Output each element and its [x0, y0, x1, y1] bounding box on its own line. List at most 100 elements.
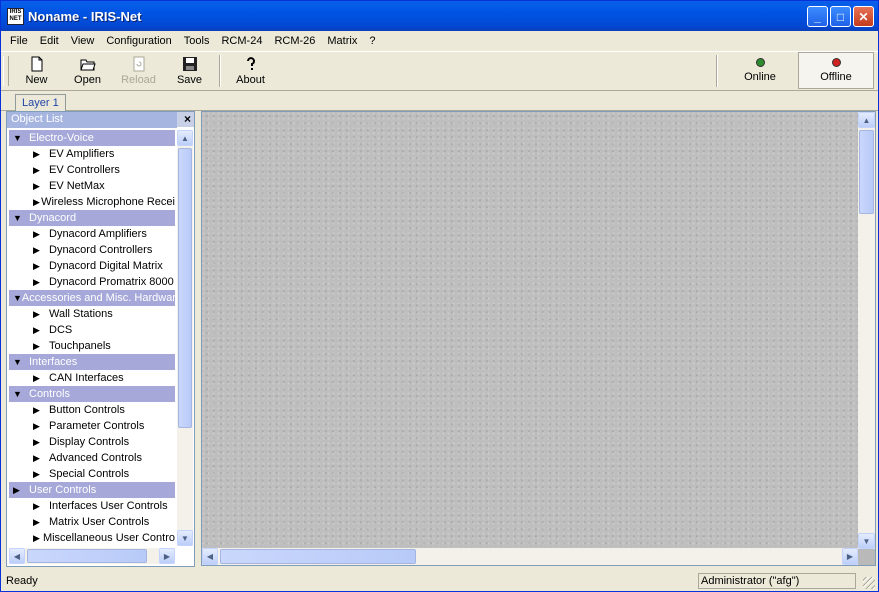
tree-item[interactable]: ▶ EV Amplifiers [9, 146, 175, 162]
minimize-button[interactable]: _ [807, 6, 828, 27]
collapsed-triangle-icon[interactable]: ▶ [9, 370, 49, 386]
tree-category-label: Controls [29, 388, 70, 400]
collapsed-triangle-icon[interactable]: ▶ [9, 194, 41, 210]
collapsed-triangle-icon[interactable]: ▶ [9, 482, 29, 498]
reload-icon [133, 56, 144, 72]
collapsed-triangle-icon[interactable]: ▶ [9, 418, 49, 434]
menu-tools[interactable]: Tools [178, 35, 216, 47]
tree-item[interactable]: ▶ DCS [9, 322, 175, 338]
menu-help[interactable]: ? [363, 35, 381, 47]
collapsed-triangle-icon[interactable]: ▶ [9, 322, 49, 338]
collapsed-triangle-icon[interactable]: ▶ [9, 466, 49, 482]
scroll-up-icon[interactable]: ▲ [858, 112, 875, 128]
online-button[interactable]: Online [722, 52, 798, 89]
offline-button[interactable]: Offline [798, 52, 874, 89]
menu-rcm-24[interactable]: RCM-24 [215, 35, 268, 47]
object-list-vertical-scrollbar[interactable]: ▲ ▼ [177, 130, 193, 546]
collapsed-triangle-icon[interactable]: ▶ [9, 498, 49, 514]
menu-view[interactable]: View [65, 35, 101, 47]
collapsed-triangle-icon[interactable]: ▶ [9, 242, 49, 258]
tree-item[interactable]: ▶ Special Controls [9, 466, 175, 482]
scrollbar-thumb[interactable] [27, 549, 147, 563]
layer-canvas[interactable] [202, 112, 858, 548]
toolbar-grip[interactable] [3, 56, 9, 86]
object-list-close-icon[interactable]: × [184, 112, 191, 126]
scroll-left-icon[interactable]: ◀ [9, 548, 25, 564]
tree-item[interactable]: ▶ EV Controllers [9, 162, 175, 178]
collapsed-triangle-icon[interactable]: ▶ [9, 258, 49, 274]
tree-item-label: Display Controls [49, 436, 130, 448]
scroll-up-icon[interactable]: ▲ [177, 130, 193, 146]
reload-button[interactable]: Reload [113, 52, 164, 90]
scroll-right-icon[interactable]: ▶ [159, 548, 175, 564]
tree-item[interactable]: ▶ CAN Interfaces [9, 370, 175, 386]
canvas-horizontal-scrollbar[interactable]: ◀ ▶ [202, 548, 858, 565]
menu-configuration[interactable]: Configuration [100, 35, 177, 47]
canvas-vertical-scrollbar[interactable]: ▲ ▼ [858, 112, 875, 549]
tree-item[interactable]: ▶ Wireless Microphone Recei [9, 194, 175, 210]
scroll-down-icon[interactable]: ▼ [177, 530, 193, 546]
tree-item[interactable]: ▶ Dynacord Digital Matrix [9, 258, 175, 274]
collapsed-triangle-icon[interactable]: ▶ [9, 434, 49, 450]
title-bar[interactable]: IRIS NET Noname - IRIS-Net _ □ ✕ [1, 1, 878, 31]
expanded-triangle-icon[interactable]: ▼ [9, 386, 29, 402]
tree-item-label: EV Amplifiers [49, 148, 115, 160]
expanded-triangle-icon[interactable]: ▼ [9, 354, 29, 370]
open-label: Open [74, 74, 101, 86]
maximize-button[interactable]: □ [830, 6, 851, 27]
new-button[interactable]: New [11, 52, 62, 90]
menu-rcm-26[interactable]: RCM-26 [268, 35, 321, 47]
scrollbar-thumb[interactable] [178, 148, 192, 428]
expanded-triangle-icon[interactable]: ▼ [9, 130, 29, 146]
collapsed-triangle-icon[interactable]: ▶ [9, 178, 49, 194]
save-button[interactable]: Save [164, 52, 215, 90]
expanded-triangle-icon[interactable]: ▼ [9, 290, 22, 306]
scroll-down-icon[interactable]: ▼ [858, 533, 875, 549]
tree-item[interactable]: ▶ Button Controls [9, 402, 175, 418]
tree-item[interactable]: ▶ Touchpanels [9, 338, 175, 354]
scrollbar-thumb[interactable] [859, 130, 874, 214]
object-list-horizontal-scrollbar[interactable]: ◀ ▶ [9, 548, 175, 564]
close-button[interactable]: ✕ [853, 6, 874, 27]
tree-item[interactable]: ▶ Parameter Controls [9, 418, 175, 434]
tree-item[interactable]: ▶ Miscellaneous User Contro [9, 530, 175, 546]
tab-layer-1[interactable]: Layer 1 [15, 94, 66, 112]
menu-edit[interactable]: Edit [34, 35, 65, 47]
collapsed-triangle-icon[interactable]: ▶ [9, 306, 49, 322]
tree-item[interactable]: ▶ EV NetMax [9, 178, 175, 194]
scroll-right-icon[interactable]: ▶ [842, 548, 858, 565]
open-button[interactable]: Open [62, 52, 113, 90]
menu-file[interactable]: File [4, 35, 34, 47]
tree-category[interactable]: ▼ Electro-Voice [9, 130, 175, 146]
expanded-triangle-icon[interactable]: ▼ [9, 210, 29, 226]
online-label: Online [744, 71, 776, 83]
collapsed-triangle-icon[interactable]: ▶ [9, 514, 49, 530]
tree-item[interactable]: ▶ Advanced Controls [9, 450, 175, 466]
collapsed-triangle-icon[interactable]: ▶ [9, 162, 49, 178]
collapsed-triangle-icon[interactable]: ▶ [9, 338, 49, 354]
tree-item[interactable]: ▶ Display Controls [9, 434, 175, 450]
tree-item[interactable]: ▶ Matrix User Controls [9, 514, 175, 530]
scroll-left-icon[interactable]: ◀ [202, 548, 218, 565]
tree-category[interactable]: ▶ User Controls [9, 482, 175, 498]
tree-category[interactable]: ▼ Controls [9, 386, 175, 402]
collapsed-triangle-icon[interactable]: ▶ [9, 146, 49, 162]
tree-item[interactable]: ▶ Dynacord Amplifiers [9, 226, 175, 242]
tree-item-label: Dynacord Amplifiers [49, 228, 147, 240]
scrollbar-thumb[interactable] [220, 549, 416, 564]
collapsed-triangle-icon[interactable]: ▶ [9, 402, 49, 418]
collapsed-triangle-icon[interactable]: ▶ [9, 226, 49, 242]
collapsed-triangle-icon[interactable]: ▶ [9, 530, 43, 546]
collapsed-triangle-icon[interactable]: ▶ [9, 274, 49, 290]
tree-item[interactable]: ▶ Dynacord Controllers [9, 242, 175, 258]
resize-grip-icon[interactable] [863, 577, 875, 589]
tree-item[interactable]: ▶ Dynacord Promatrix 8000 [9, 274, 175, 290]
tree-category[interactable]: ▼ Interfaces [9, 354, 175, 370]
collapsed-triangle-icon[interactable]: ▶ [9, 450, 49, 466]
tree-category[interactable]: ▼ Dynacord [9, 210, 175, 226]
tree-item[interactable]: ▶ Wall Stations [9, 306, 175, 322]
menu-matrix[interactable]: Matrix [321, 35, 363, 47]
about-button[interactable]: About [225, 52, 276, 90]
tree-category[interactable]: ▼ Accessories and Misc. Hardwar [9, 290, 175, 306]
tree-item[interactable]: ▶ Interfaces User Controls [9, 498, 175, 514]
